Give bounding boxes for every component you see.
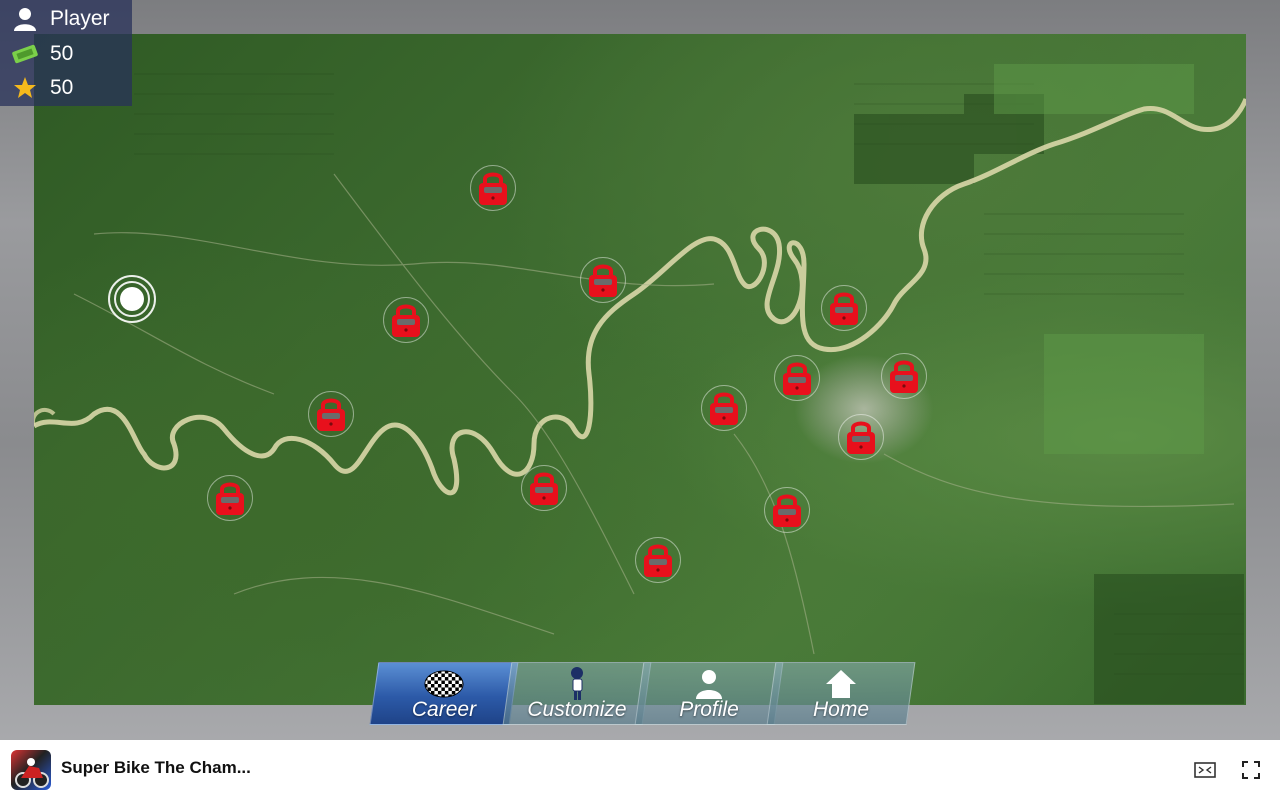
locked-level-marker[interactable] (764, 487, 810, 533)
tab-label: Customize (527, 698, 627, 721)
stars-row: 50 (10, 73, 73, 103)
locked-level-marker[interactable] (580, 257, 626, 303)
lock-icon (644, 544, 672, 577)
user-icon (10, 4, 40, 34)
locked-level-marker[interactable] (838, 414, 884, 460)
star-icon (10, 73, 40, 103)
cash-icon (10, 39, 40, 69)
player-row: Player (10, 4, 110, 34)
marker-dot (120, 287, 144, 311)
player-name: Player (50, 7, 110, 30)
bottom-nav: Career Customize Profile Home (369, 662, 916, 725)
locked-level-marker[interactable] (774, 355, 820, 401)
lock-icon (216, 482, 244, 515)
tab-career[interactable]: Career (369, 662, 519, 725)
fullscreen-icon[interactable] (1239, 758, 1263, 782)
tab-label: Career (411, 698, 477, 721)
player-hud: Player 50 50 (0, 0, 132, 106)
app-title: Super Bike The Cham... (61, 758, 251, 777)
tab-home[interactable]: Home (766, 662, 916, 725)
cash-value: 50 (50, 42, 74, 65)
lock-icon (392, 304, 420, 337)
app-thumbnail (11, 750, 51, 790)
locked-level-marker[interactable] (821, 285, 867, 331)
tab-label: Home (812, 698, 870, 721)
current-location-marker[interactable] (108, 275, 156, 323)
cash-row: 50 (10, 39, 73, 69)
lock-icon (783, 362, 811, 395)
tab-label: Profile (679, 698, 739, 721)
home-icon (821, 667, 861, 701)
lock-icon (890, 360, 918, 393)
career-map (34, 34, 1246, 705)
tab-customize[interactable]: Customize (502, 662, 652, 725)
locked-level-marker[interactable] (521, 465, 567, 511)
lock-icon (317, 398, 345, 431)
map-terrain (34, 64, 1246, 704)
game-viewport: Player 50 50 Career Customize Profile Ho… (0, 0, 1280, 740)
rider-icon (557, 667, 597, 701)
lock-icon (710, 392, 738, 425)
lock-icon (589, 264, 617, 297)
app-footer: Super Bike The Cham... (0, 740, 1280, 800)
locked-level-marker[interactable] (635, 537, 681, 583)
locked-level-marker[interactable] (308, 391, 354, 437)
stars-value: 50 (50, 76, 74, 99)
lock-icon (530, 472, 558, 505)
locked-level-marker[interactable] (881, 353, 927, 399)
lock-icon (773, 494, 801, 527)
user-icon (689, 667, 729, 701)
feedback-icon[interactable] (1193, 758, 1217, 782)
locked-level-marker[interactable] (470, 165, 516, 211)
tab-profile[interactable]: Profile (634, 662, 784, 725)
marker-ring (114, 281, 150, 317)
lock-icon (847, 421, 875, 454)
lock-icon (479, 172, 507, 205)
locked-level-marker[interactable] (701, 385, 747, 431)
lock-icon (830, 292, 858, 325)
locked-level-marker[interactable] (207, 475, 253, 521)
checkered-flag-icon (424, 667, 464, 701)
locked-level-marker[interactable] (383, 297, 429, 343)
